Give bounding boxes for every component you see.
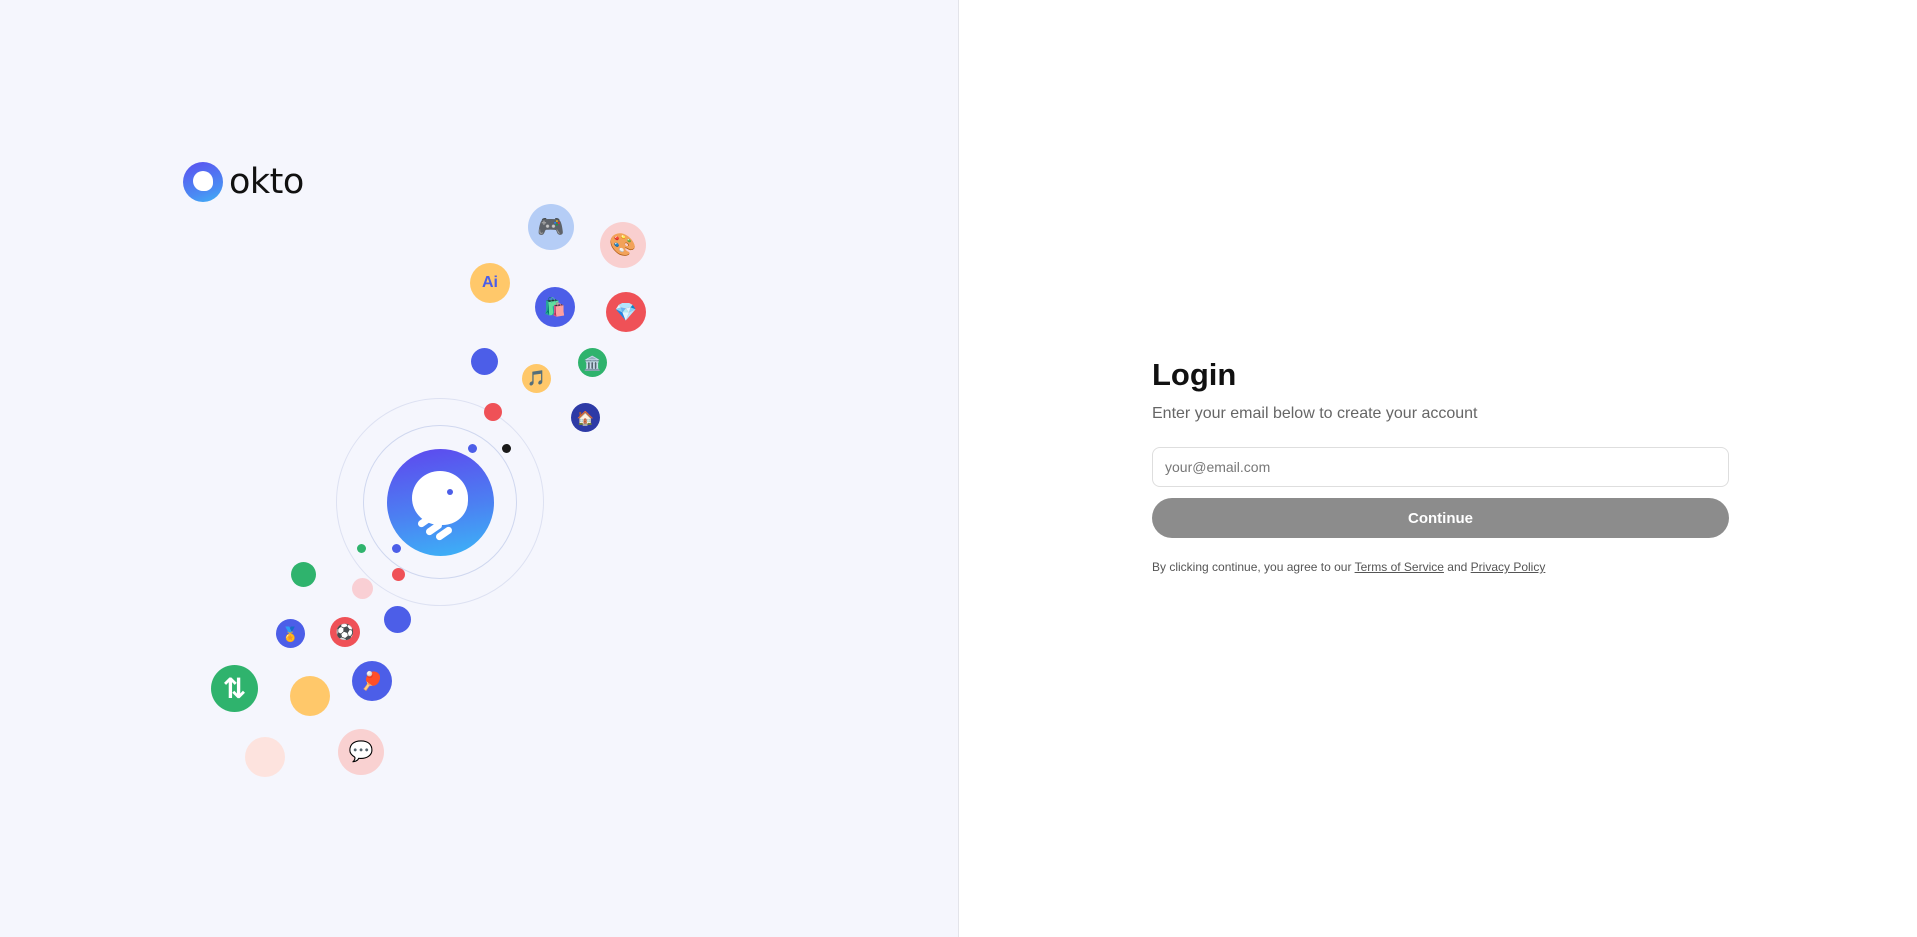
terms-text: By clicking continue, you agree to our T… xyxy=(1152,560,1729,574)
okto-center-icon xyxy=(387,449,494,556)
privacy-policy-link[interactable]: Privacy Policy xyxy=(1471,560,1546,574)
chat-bubble-icon: 💬 xyxy=(338,729,384,775)
pink-dot xyxy=(352,578,373,599)
house-icon: 🏠 xyxy=(571,403,600,432)
terms-prefix: By clicking continue, you agree to our xyxy=(1152,560,1352,574)
yellow-dot xyxy=(290,676,330,716)
login-subtitle: Enter your email below to create your ac… xyxy=(1152,405,1478,422)
login-form: Login Enter your email below to create y… xyxy=(1152,357,1729,574)
terms-and: and xyxy=(1447,560,1468,574)
login-title: Login xyxy=(1152,357,1237,392)
ai-icon: Ai xyxy=(470,263,510,303)
music-icon: 🎵 xyxy=(522,364,551,393)
shopping-bag-icon: 🛍️ xyxy=(535,287,575,327)
orbit-dot xyxy=(502,444,511,453)
orbit-dot xyxy=(392,544,401,553)
orbit-dot xyxy=(392,568,405,581)
orbit-dot xyxy=(357,544,366,553)
gamepad-icon: 🎮 xyxy=(528,204,574,250)
medal-icon: 🏅 xyxy=(276,619,305,648)
soccer-ball-icon: ⚽ xyxy=(330,617,360,647)
exchange-arrows-icon: ⇅ xyxy=(211,665,258,712)
login-panel: Login Enter your email below to create y… xyxy=(959,0,1917,937)
terms-of-service-link[interactable]: Terms of Service xyxy=(1355,560,1444,574)
orbit-dot xyxy=(468,444,477,453)
email-input[interactable] xyxy=(1152,447,1729,487)
museum-icon: 🏛️ xyxy=(578,348,607,377)
brand-name: okto xyxy=(229,162,304,202)
peach-dot xyxy=(245,737,285,777)
gem-icon: 💎 xyxy=(606,292,646,332)
continue-button[interactable]: Continue xyxy=(1152,498,1729,538)
red-dot xyxy=(484,403,502,421)
blue-dot xyxy=(471,348,498,375)
green-dot xyxy=(291,562,316,587)
ping-pong-icon: 🏓 xyxy=(352,661,392,701)
illustration-panel: okto 🎮 🎨 Ai 🛍️ 💎 🎵 🏛️ 🏠 🏅 ⚽ ⇅ 🏓 💬 xyxy=(0,0,959,937)
okto-logo-icon xyxy=(183,162,223,202)
blue-dot xyxy=(384,606,411,633)
okto-logo: okto xyxy=(183,162,304,202)
palette-icon: 🎨 xyxy=(600,222,646,268)
